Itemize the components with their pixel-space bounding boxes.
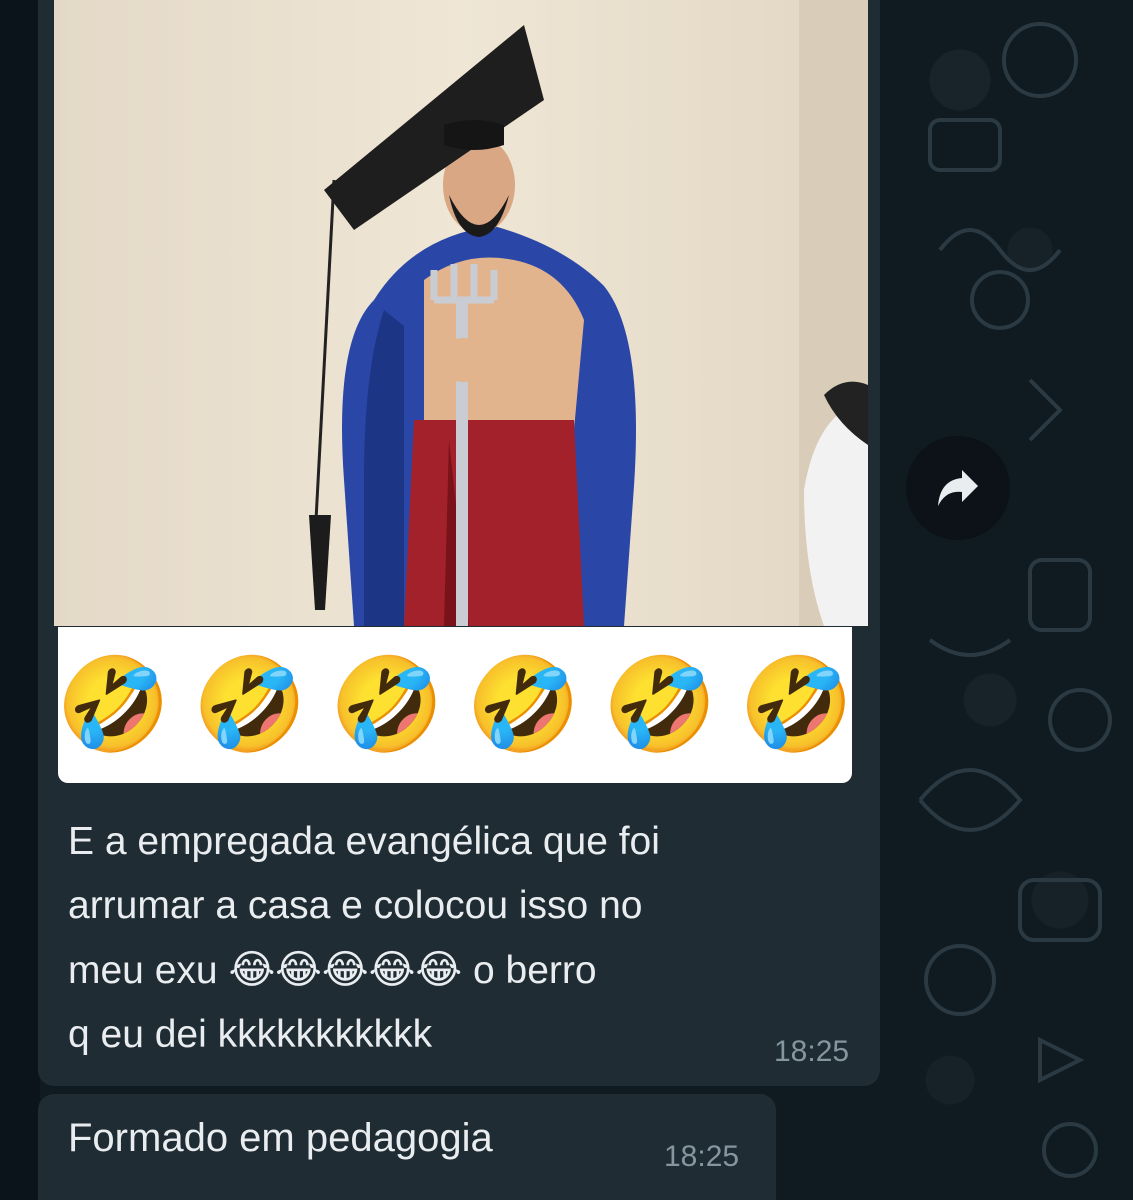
message-bubble-text[interactable]: Formado em pedagogia 18:25 xyxy=(38,1094,776,1200)
message-photo[interactable] xyxy=(54,0,868,626)
message-fragment: o berro xyxy=(472,949,597,992)
message-line: q eu dei kkkkkkkkkkk xyxy=(68,1013,433,1056)
rofl-emoji-icon: 🤣 xyxy=(329,651,444,758)
left-edge xyxy=(0,0,40,1200)
rofl-emoji-icon: 🤣 xyxy=(466,651,581,758)
forward-button[interactable] xyxy=(906,436,1010,540)
rofl-emoji-icon: 🤣 xyxy=(602,651,718,758)
rofl-emoji-icon: 🤣 xyxy=(192,651,308,758)
message-text: Formado em pedagogia xyxy=(68,1116,493,1160)
forward-arrow-icon xyxy=(938,470,978,506)
emoji-reaction-strip: 🤣 🤣 🤣 🤣 🤣 🤣 xyxy=(56,627,854,783)
message-line: E a empregada evangélica que foi xyxy=(68,820,660,863)
rofl-emoji-icon: 🤣 xyxy=(56,651,171,758)
rofl-emoji-icon: 🤣 xyxy=(739,651,854,758)
message-line: arrumar a casa e colocou isso no xyxy=(68,884,643,927)
message-timestamp: 18:25 xyxy=(774,1035,850,1068)
message-line: meu exu 😂😂😂😂😂 o berro xyxy=(68,938,858,1003)
message-bubble-image[interactable]: 🤣 🤣 🤣 🤣 🤣 🤣 E a empregada evangélica que… xyxy=(38,0,880,1086)
message-fragment: meu exu xyxy=(68,949,218,992)
message-text: E a empregada evangélica que foi arrumar… xyxy=(68,810,858,1067)
message-timestamp: 18:25 xyxy=(664,1140,740,1173)
statue-photo xyxy=(54,0,868,626)
laughing-emoji-icon: 😂😂😂😂😂 xyxy=(228,947,463,993)
